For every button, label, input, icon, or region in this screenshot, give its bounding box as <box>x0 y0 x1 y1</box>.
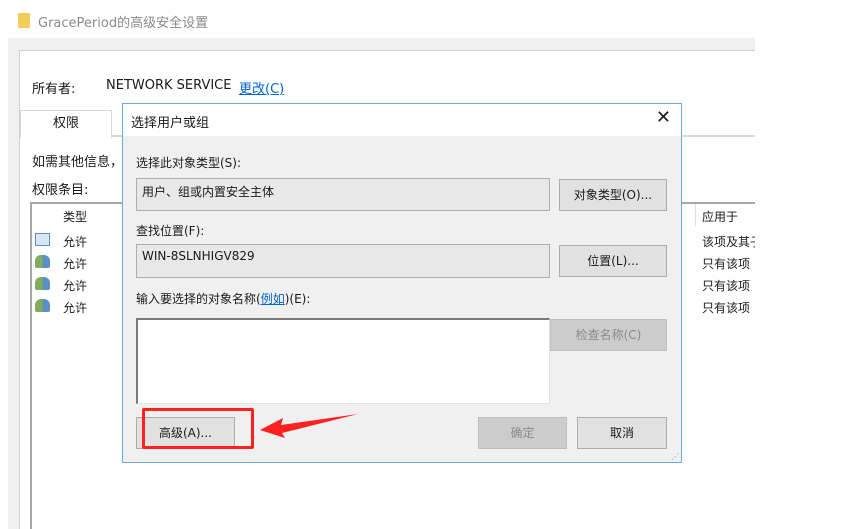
resize-grip-icon[interactable]: ⋰ <box>671 452 679 461</box>
examples-link[interactable]: 例如 <box>261 292 285 306</box>
location-field: WIN-8SLNHIGV829 <box>136 244 550 278</box>
object-type-field: 用户、组或内置安全主体 <box>136 178 550 211</box>
arrow-annotation <box>260 414 358 438</box>
column-applies[interactable]: 应用于 <box>702 208 738 225</box>
ok-button[interactable]: 确定 <box>478 417 567 449</box>
highlight-box <box>142 408 254 449</box>
names-label: 输入要选择的对象名称(例如)(E): <box>136 292 311 306</box>
dialog-titlebar: 选择用户或组 ✕ <box>123 104 681 136</box>
object-type-label: 选择此对象类型(S): <box>136 156 242 170</box>
computer-icon <box>35 233 50 246</box>
location-label: 查找位置(F): <box>136 224 205 238</box>
check-names-button[interactable]: 检查名称(C) <box>550 319 667 351</box>
cancel-button[interactable]: 取消 <box>577 417 667 449</box>
owner-value: NETWORK SERVICE <box>106 78 232 93</box>
users-icon <box>35 299 50 312</box>
window-title: GracePeriod的高级安全设置 <box>38 16 209 31</box>
tab-permissions[interactable]: 权限 <box>20 110 112 138</box>
locations-button[interactable]: 位置(L)... <box>559 245 667 277</box>
owner-label: 所有者: <box>32 82 76 97</box>
object-types-button[interactable]: 对象类型(O)... <box>559 179 667 211</box>
object-names-input[interactable] <box>136 318 550 404</box>
users-icon <box>35 255 50 268</box>
change-owner-link[interactable]: 更改(C) <box>239 78 284 97</box>
close-icon[interactable]: ✕ <box>656 108 671 128</box>
folder-icon <box>18 13 30 28</box>
users-icon <box>35 277 50 290</box>
column-type[interactable]: 类型 <box>63 208 87 225</box>
info-text: 如需其他信息， <box>32 155 124 170</box>
dialog-title: 选择用户或组 <box>131 116 210 131</box>
column-separator <box>695 204 696 226</box>
entries-label: 权限条目: <box>32 183 89 198</box>
